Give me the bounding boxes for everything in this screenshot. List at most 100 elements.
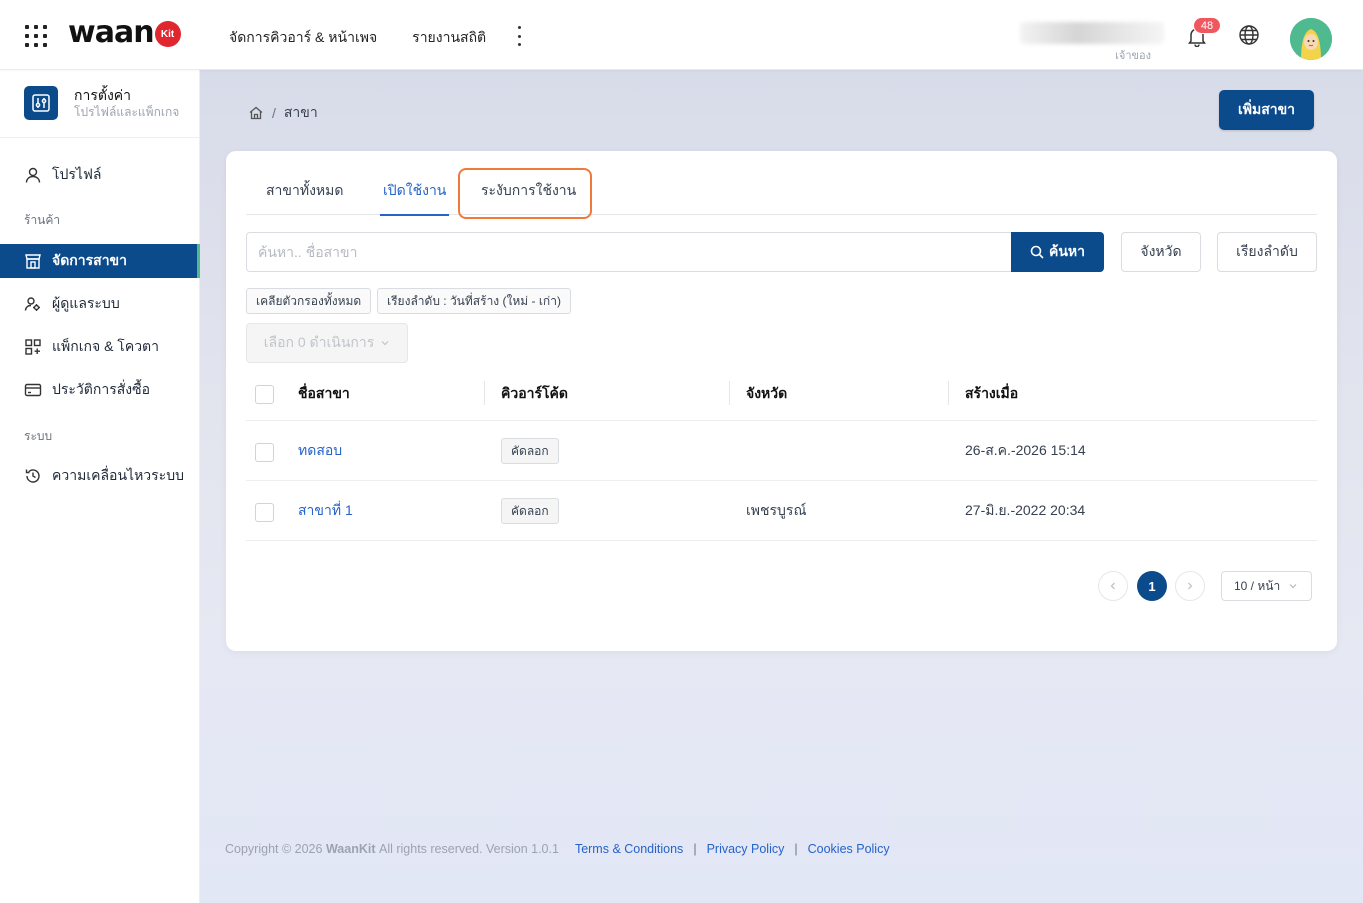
user-name-blurred xyxy=(1020,22,1164,44)
chevron-left-icon xyxy=(1110,582,1115,590)
prev-page-button[interactable] xyxy=(1098,571,1128,601)
col-divider xyxy=(729,381,730,405)
row-checkbox[interactable] xyxy=(255,503,274,522)
breadcrumb-separator: / xyxy=(272,105,276,121)
settings-icon xyxy=(24,86,58,120)
col-divider xyxy=(948,381,949,405)
sidebar-group-store: ร้านค้า xyxy=(24,213,61,227)
copyright-suffix: All rights reserved. Version 1.0.1 xyxy=(378,842,559,856)
sidebar-item-label: โปรไฟล์ xyxy=(52,166,102,182)
search-icon xyxy=(1030,245,1044,259)
footer-separator: | xyxy=(794,842,798,856)
branch-name-link[interactable]: สาขาที่ 1 xyxy=(298,481,353,541)
add-branch-button[interactable]: เพิ่มสาขา xyxy=(1219,90,1314,130)
branch-tabs: สาขาทั้งหมด เปิดใช้งาน ระงับการใช้งาน xyxy=(246,167,1317,216)
row-checkbox[interactable] xyxy=(255,443,274,462)
globe-icon[interactable] xyxy=(1238,24,1260,46)
province-filter-button[interactable]: จังหวัด xyxy=(1121,232,1201,272)
sidebar: การตั้งค่า โปรไฟล์และแพ็กเกจ โปรไฟล์ ร้า… xyxy=(0,70,200,903)
tab-suspended[interactable]: ระงับการใช้งาน xyxy=(481,167,576,215)
tab-all-branches[interactable]: สาขาทั้งหมด xyxy=(266,167,343,215)
copy-qr-button[interactable]: คัดลอก xyxy=(501,498,559,524)
sidebar-item-label: ความเคลื่อนไหวระบบ xyxy=(52,467,184,483)
copy-qr-button[interactable]: คัดลอก xyxy=(501,438,559,464)
sidebar-item-label: แพ็กเกจ & โควตา xyxy=(52,338,160,354)
sidebar-item-label: จัดการสาขา xyxy=(52,252,127,268)
nav-qr-pages[interactable]: จัดการคิวอาร์ & หน้าเพจ xyxy=(229,27,377,49)
table-header: ชื่อสาขา คิวอาร์โค้ด จังหวัด สร้างเมื่อ xyxy=(246,367,1317,421)
table-row: สาขาที่ 1 คัดลอก เพชรบูรณ์ 27-มิ.ย.-2022… xyxy=(246,481,1317,541)
select-all-checkbox[interactable] xyxy=(255,385,274,404)
breadcrumb-current: สาขา xyxy=(283,104,318,120)
page-number-current[interactable]: 1 xyxy=(1137,571,1167,601)
branch-card: สาขาทั้งหมด เปิดใช้งาน ระงับการใช้งาน ค้… xyxy=(226,151,1337,651)
history-icon xyxy=(25,469,40,483)
home-icon[interactable] xyxy=(248,105,264,121)
package-icon xyxy=(25,339,41,355)
branch-name-link[interactable]: ทดสอบ xyxy=(298,421,342,481)
user-icon xyxy=(25,167,41,183)
store-icon xyxy=(25,254,41,269)
settings-subtitle: โปรไฟล์และแพ็กเกจ xyxy=(74,105,180,119)
col-divider xyxy=(484,381,485,405)
search-button[interactable]: ค้นหา xyxy=(1011,232,1104,272)
col-created: สร้างเมื่อ xyxy=(965,385,1019,401)
page-size-select[interactable]: 10 / หน้า xyxy=(1221,571,1312,601)
chevron-right-icon xyxy=(1188,582,1193,590)
sidebar-group-system: ระบบ xyxy=(24,429,53,443)
logo-badge: Kit xyxy=(154,21,181,47)
tab-active[interactable]: เปิดใช้งาน xyxy=(379,167,450,216)
sidebar-item-label: ประวัติการสั่งซื้อ xyxy=(52,381,151,397)
users-icon xyxy=(24,297,40,311)
col-province: จังหวัด xyxy=(746,385,788,401)
sidebar-item-order-history[interactable]: ประวัติการสั่งซื้อ xyxy=(0,373,198,407)
user-role: เจ้าของ xyxy=(1115,50,1151,62)
nav-statistics[interactable]: รายงานสถิติ xyxy=(412,27,486,49)
page-size-label: 10 / หน้า xyxy=(1234,578,1281,593)
settings-header: การตั้งค่า โปรไฟล์และแพ็กเกจ xyxy=(24,86,179,120)
waankit-logo[interactable]: waan Kit xyxy=(68,18,181,48)
footer-separator: | xyxy=(693,842,697,856)
top-nav: จัดการคิวอาร์ & หน้าเพจ รายงานสถิติ xyxy=(229,27,486,49)
sort-button[interactable]: เรียงลำดับ xyxy=(1217,232,1317,272)
privacy-link[interactable]: Privacy Policy xyxy=(707,842,785,856)
avatar[interactable] xyxy=(1290,18,1332,60)
bulk-action-select[interactable]: เลือก 0 ดำเนินการ xyxy=(246,323,408,363)
credit-card-icon xyxy=(24,383,42,397)
top-header: waan Kit จัดการคิวอาร์ & หน้าเพจ รายงานส… xyxy=(0,0,1363,70)
sidebar-item-users[interactable]: ผู้ดูแลระบบ xyxy=(0,287,198,321)
search-button-label: ค้นหา xyxy=(1048,243,1086,259)
branch-created: 27-มิ.ย.-2022 20:34 xyxy=(965,502,1086,518)
apps-grid-icon[interactable] xyxy=(25,25,47,47)
copyright-brand: WaanKit xyxy=(325,842,376,856)
main-content: / สาขา เพิ่มสาขา สาขาทั้งหมด เปิดใช้งาน … xyxy=(200,70,1363,903)
sidebar-item-label: ผู้ดูแลระบบ xyxy=(52,295,120,311)
sidebar-item-manage-branch[interactable]: จัดการสาขา xyxy=(0,244,200,278)
terms-link[interactable]: Terms & Conditions xyxy=(575,842,683,856)
branch-created: 26-ส.ค.-2026 15:14 xyxy=(965,442,1086,458)
table-row: ทดสอบ คัดลอก 26-ส.ค.-2026 15:14 xyxy=(246,421,1317,481)
notification-badge: 48 xyxy=(1193,17,1221,34)
bulk-action-label: เลือก 0 ดำเนินการ xyxy=(263,334,375,350)
logo-text: waan xyxy=(68,15,155,50)
next-page-button[interactable] xyxy=(1175,571,1205,601)
sidebar-item-activity[interactable]: ความเคลื่อนไหวระบบ xyxy=(0,459,198,493)
cookies-link[interactable]: Cookies Policy xyxy=(808,842,890,856)
col-qr: คิวอาร์โค้ด xyxy=(501,385,568,401)
chevron-down-icon xyxy=(1289,584,1297,589)
settings-title: การตั้งค่า xyxy=(74,87,132,103)
search-input[interactable] xyxy=(246,232,1012,272)
more-vertical-icon[interactable] xyxy=(516,26,522,46)
clear-filters-chip[interactable]: เคลียตัวกรองทั้งหมด xyxy=(246,288,372,314)
breadcrumb: / สาขา xyxy=(248,102,318,124)
branch-table: ชื่อสาขา คิวอาร์โค้ด จังหวัด สร้างเมื่อ … xyxy=(246,367,1317,541)
footer: Copyright © 2026 WaanKit All rights rese… xyxy=(225,842,890,856)
sidebar-item-profile[interactable]: โปรไฟล์ xyxy=(0,158,198,192)
copyright-prefix: Copyright © 2026 xyxy=(225,842,323,856)
sort-chip[interactable]: เรียงลำดับ : วันที่สร้าง (ใหม่ - เก่า) xyxy=(377,288,571,314)
sidebar-divider xyxy=(0,137,200,138)
branch-province: เพชรบูรณ์ xyxy=(746,502,807,518)
user-menu[interactable]: เจ้าของ xyxy=(1020,18,1168,62)
sidebar-item-package[interactable]: แพ็กเกจ & โควตา xyxy=(0,330,198,364)
col-name: ชื่อสาขา xyxy=(298,385,350,401)
